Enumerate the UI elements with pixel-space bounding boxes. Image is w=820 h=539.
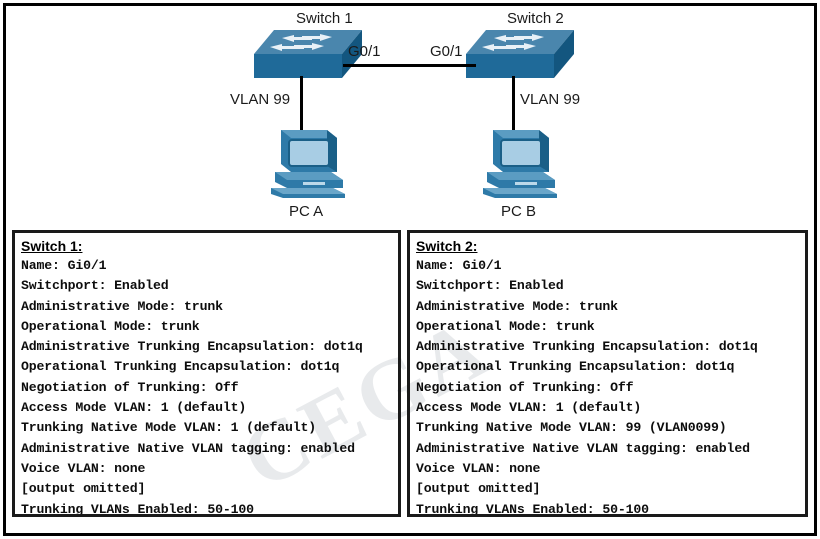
config-line: Administrative Native VLAN tagging: enab…: [416, 440, 750, 456]
config-line: Administrative Trunking Encapsulation: d…: [21, 339, 363, 355]
config-line: Operational Mode: trunk: [21, 318, 200, 334]
network-topology-exhibit: CEGA Switch 1 Switch 2 G0/1 G0/1 VLAN 99…: [0, 0, 820, 539]
topology-area: Switch 1 Switch 2 G0/1 G0/1 VLAN 99 VLAN…: [6, 6, 814, 228]
vlan-label-left: VLAN 99: [230, 91, 291, 108]
config-line: Voice VLAN: none: [416, 460, 541, 476]
config-line: Voice VLAN: none: [21, 460, 146, 476]
switch-1-config-panel: Switch 1: Name: Gi0/1 Switchport: Enable…: [12, 230, 401, 517]
config-line: Trunking Native Mode VLAN: 99 (VLAN0099): [416, 420, 727, 436]
config-line: Operational Trunking Encapsulation: dot1…: [416, 359, 735, 375]
pc-b-label: PC B: [501, 203, 537, 220]
config-line: Switchport: Enabled: [416, 278, 564, 294]
switch-1-label: Switch 1: [296, 10, 353, 27]
config-line: Negotiation of Trunking: Off: [416, 379, 634, 395]
config-line: Operational Trunking Encapsulation: dot1…: [21, 359, 340, 375]
config-line: Administrative Mode: trunk: [416, 298, 618, 314]
vlan-label-right: VLAN 99: [520, 91, 581, 108]
config-line: [output omitted]: [416, 481, 541, 497]
config-line: Trunking Native Mode VLAN: 1 (default): [21, 420, 317, 436]
config-line: Access Mode VLAN: 1 (default): [416, 400, 642, 416]
config-line: [output omitted]: [21, 481, 146, 497]
config-line: Negotiation of Trunking: Off: [21, 379, 239, 395]
config-line: Trunking VLANs Enabled: 50-100: [416, 501, 649, 517]
config-line: Operational Mode: trunk: [416, 318, 595, 334]
config-line: Trunking VLANs Enabled: 50-100: [21, 501, 254, 517]
switch-1-config-title: Switch 1:: [21, 238, 83, 254]
config-line: Name: Gi0/1: [21, 258, 107, 273]
switch-1-port-label: G0/1: [348, 43, 381, 60]
pc-a-icon[interactable]: [269, 126, 353, 202]
config-line: Name: Gi0/1: [416, 258, 502, 273]
config-line: Access Mode VLAN: 1 (default): [21, 400, 247, 416]
config-line: Administrative Mode: trunk: [21, 298, 223, 314]
switch-1-to-pc-a-link: [300, 76, 303, 132]
switch-2-to-pc-b-link: [512, 76, 515, 132]
switch-2-label: Switch 2: [507, 10, 564, 27]
config-line: Administrative Trunking Encapsulation: d…: [416, 339, 758, 355]
switch-2-config-panel: Switch 2: Name: Gi0/1 Switchport: Enable…: [407, 230, 808, 517]
switch-2-icon[interactable]: [466, 28, 576, 84]
switch-2-port-label: G0/1: [430, 43, 463, 60]
switch-2-config-title: Switch 2:: [416, 238, 478, 254]
trunk-link: [343, 64, 476, 67]
config-line: Switchport: Enabled: [21, 278, 169, 294]
config-line: Administrative Native VLAN tagging: enab…: [21, 440, 355, 456]
pc-a-label: PC A: [289, 203, 324, 220]
pc-b-icon[interactable]: [481, 126, 565, 202]
